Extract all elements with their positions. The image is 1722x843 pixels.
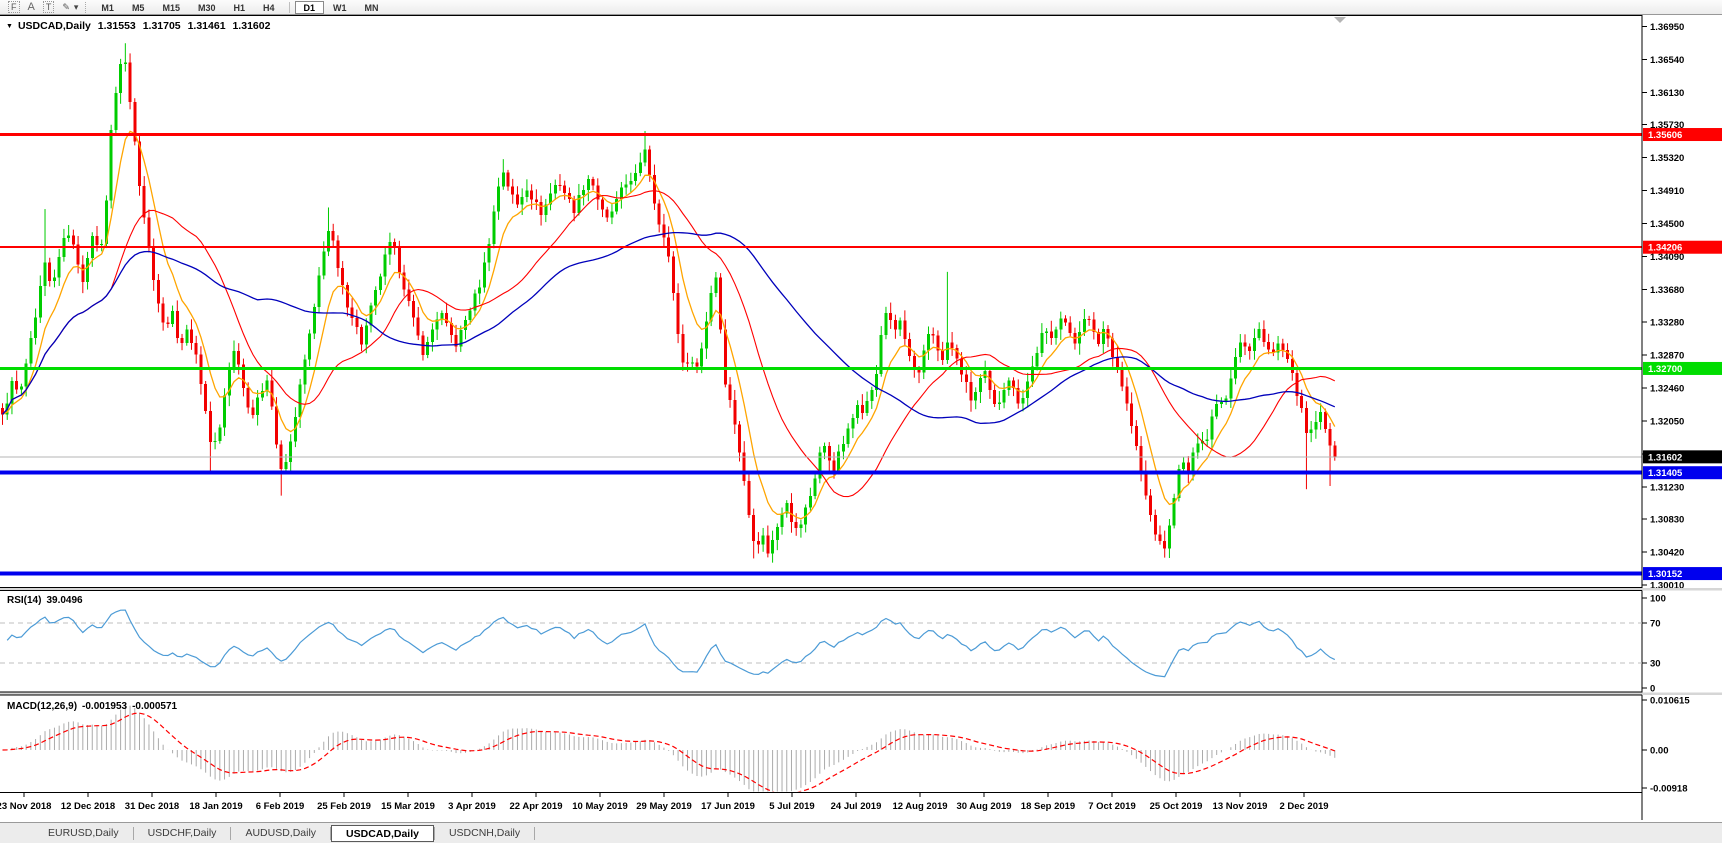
collapse-triangle-icon[interactable]: ▼ xyxy=(6,23,13,30)
svg-text:18 Sep 2019: 18 Sep 2019 xyxy=(1021,801,1075,812)
timeframe-button-m15[interactable]: M15 xyxy=(153,1,189,14)
svg-text:1.35320: 1.35320 xyxy=(1650,153,1684,164)
svg-text:1.36130: 1.36130 xyxy=(1650,88,1684,99)
timeframe-button-w1[interactable]: W1 xyxy=(324,1,356,14)
toolbar-separator xyxy=(85,1,89,13)
timeframe-buttons: M1 M5 M15 M30 H1 H4 D1 W1 MN xyxy=(92,0,388,14)
svg-text:22 Apr 2019: 22 Apr 2019 xyxy=(510,801,563,812)
svg-text:1.34500: 1.34500 xyxy=(1650,219,1684,230)
svg-text:1.32050: 1.32050 xyxy=(1650,416,1684,427)
symbol-tab-usdcnh[interactable]: USDCNH,Daily xyxy=(435,825,534,842)
rsi-line xyxy=(6,609,1336,678)
svg-text:7 Oct 2019: 7 Oct 2019 xyxy=(1088,801,1136,812)
symbol-tab-usdchf[interactable]: USDCHF,Daily xyxy=(134,825,231,842)
svg-text:30 Aug 2019: 30 Aug 2019 xyxy=(956,801,1011,812)
svg-text:2 Dec 2019: 2 Dec 2019 xyxy=(1279,801,1328,812)
svg-text:24 Jul 2019: 24 Jul 2019 xyxy=(831,801,882,812)
svg-text:1.34206: 1.34206 xyxy=(1648,243,1682,254)
chart-shift-marker-icon[interactable] xyxy=(1334,17,1346,23)
candles-layer xyxy=(1,43,1337,563)
ma-fast-line xyxy=(2,130,1336,520)
arrow-tool-icon[interactable]: A xyxy=(24,1,39,14)
timeframe-button-h1[interactable]: H1 xyxy=(224,1,254,14)
svg-text:5 Jul 2019: 5 Jul 2019 xyxy=(769,801,814,812)
timeframe-button-h4[interactable]: H4 xyxy=(254,1,284,14)
svg-text:6 Feb 2019: 6 Feb 2019 xyxy=(256,801,305,812)
date-axis: 23 Nov 2018 12 Dec 2018 31 Dec 2018 18 Jan … xyxy=(0,792,1329,812)
svg-text:25 Oct 2019: 25 Oct 2019 xyxy=(1150,801,1203,812)
chart-ohlc-header: ▼ USDCAD,Daily 1.31553 1.31705 1.31461 1.… xyxy=(6,20,274,32)
close-value: 1.31602 xyxy=(232,20,271,32)
svg-text:12 Dec 2018: 12 Dec 2018 xyxy=(61,801,115,812)
main-chart[interactable]: 1.369501.365401.361301.357301.353201.349… xyxy=(0,15,1722,822)
svg-text:23 Nov 2018: 23 Nov 2018 xyxy=(0,801,51,812)
svg-text:3 Apr 2019: 3 Apr 2019 xyxy=(448,801,496,812)
macd-axis: 0.010615 0.00 -0.00918 xyxy=(1642,696,1690,795)
svg-text:31 Dec 2018: 31 Dec 2018 xyxy=(125,801,179,812)
open-value: 1.31553 xyxy=(97,20,136,32)
svg-text:1.36540: 1.36540 xyxy=(1650,55,1684,66)
svg-text:100: 100 xyxy=(1650,594,1666,605)
svg-text:17 Jun 2019: 17 Jun 2019 xyxy=(701,801,755,812)
svg-text:0.010615: 0.010615 xyxy=(1650,696,1690,707)
svg-text:25 Feb 2019: 25 Feb 2019 xyxy=(317,801,371,812)
svg-text:1.36950: 1.36950 xyxy=(1650,22,1684,33)
svg-text:1.32870: 1.32870 xyxy=(1650,350,1684,361)
svg-text:29 May 2019: 29 May 2019 xyxy=(636,801,691,812)
cursor-tool-icon[interactable]: F xyxy=(4,0,24,14)
svg-text:1.33280: 1.33280 xyxy=(1650,317,1684,328)
svg-text:0: 0 xyxy=(1650,684,1655,695)
svg-text:1.34910: 1.34910 xyxy=(1650,186,1684,197)
rsi-axis: 100 70 30 0 xyxy=(1642,594,1666,695)
svg-text:13 Nov 2019: 13 Nov 2019 xyxy=(1213,801,1268,812)
timeframe-button-m30[interactable]: M30 xyxy=(189,1,225,14)
svg-text:1.35606: 1.35606 xyxy=(1648,130,1682,141)
svg-text:30: 30 xyxy=(1650,659,1661,670)
toolbar: F A T ✎ ▾ M1 M5 M15 M30 H1 H4 D1 W1 MN xyxy=(0,0,1722,15)
toolbar-separator xyxy=(288,1,290,13)
high-value: 1.31705 xyxy=(142,20,181,32)
svg-text:1.32460: 1.32460 xyxy=(1650,383,1684,394)
symbol-tab-usdcad[interactable]: USDCAD,Daily xyxy=(331,824,434,842)
chart-symbol-label: USDCAD,Daily xyxy=(17,20,91,32)
svg-text:10 May 2019: 10 May 2019 xyxy=(572,801,627,812)
symbol-tab-eurusd[interactable]: EURUSD,Daily xyxy=(34,825,133,842)
svg-text:1.33680: 1.33680 xyxy=(1650,285,1684,296)
svg-text:1.30830: 1.30830 xyxy=(1650,514,1684,525)
low-value: 1.31461 xyxy=(187,20,226,32)
svg-text:1.30420: 1.30420 xyxy=(1650,547,1684,558)
timeframe-button-m5[interactable]: M5 xyxy=(123,1,154,14)
macd-panel-title: MACD(12,26,9) -0.001953 -0.000571 xyxy=(7,701,178,712)
moving-averages-layer xyxy=(2,130,1336,520)
price-axis: 1.369501.365401.361301.357301.353201.349… xyxy=(1642,22,1722,592)
svg-text:12 Aug 2019: 12 Aug 2019 xyxy=(892,801,947,812)
svg-text:-0.00918: -0.00918 xyxy=(1650,784,1688,795)
svg-text:1.30152: 1.30152 xyxy=(1648,569,1682,580)
text-tool-icon[interactable]: T xyxy=(39,0,59,14)
svg-text:1.31230: 1.31230 xyxy=(1650,482,1684,493)
rsi-panel-title: RSI(14) 39.0496 xyxy=(7,595,83,606)
svg-text:15 Mar 2019: 15 Mar 2019 xyxy=(381,801,435,812)
tab-separator xyxy=(534,826,536,840)
brush-tool-icon[interactable]: ✎ xyxy=(58,1,74,14)
svg-text:18 Jan 2019: 18 Jan 2019 xyxy=(189,801,242,812)
macd-histogram xyxy=(6,705,1336,792)
svg-text:0.00: 0.00 xyxy=(1650,746,1669,757)
brush-dropdown-icon[interactable]: ▾ xyxy=(74,1,83,14)
svg-text:1.31405: 1.31405 xyxy=(1648,468,1683,479)
timeframe-button-m1[interactable]: M1 xyxy=(92,1,123,14)
macd-signal-line xyxy=(2,712,1336,792)
symbol-tab-bar: EURUSD,Daily USDCHF,Daily AUDUSD,Daily USDC… xyxy=(0,822,1722,843)
svg-text:1.32700: 1.32700 xyxy=(1648,364,1682,375)
svg-text:70: 70 xyxy=(1650,619,1661,630)
symbol-tab-audusd[interactable]: AUDUSD,Daily xyxy=(231,825,330,842)
svg-text:1.31602: 1.31602 xyxy=(1648,452,1682,463)
timeframe-button-d1[interactable]: D1 xyxy=(294,0,325,14)
timeframe-button-mn[interactable]: MN xyxy=(356,1,388,14)
